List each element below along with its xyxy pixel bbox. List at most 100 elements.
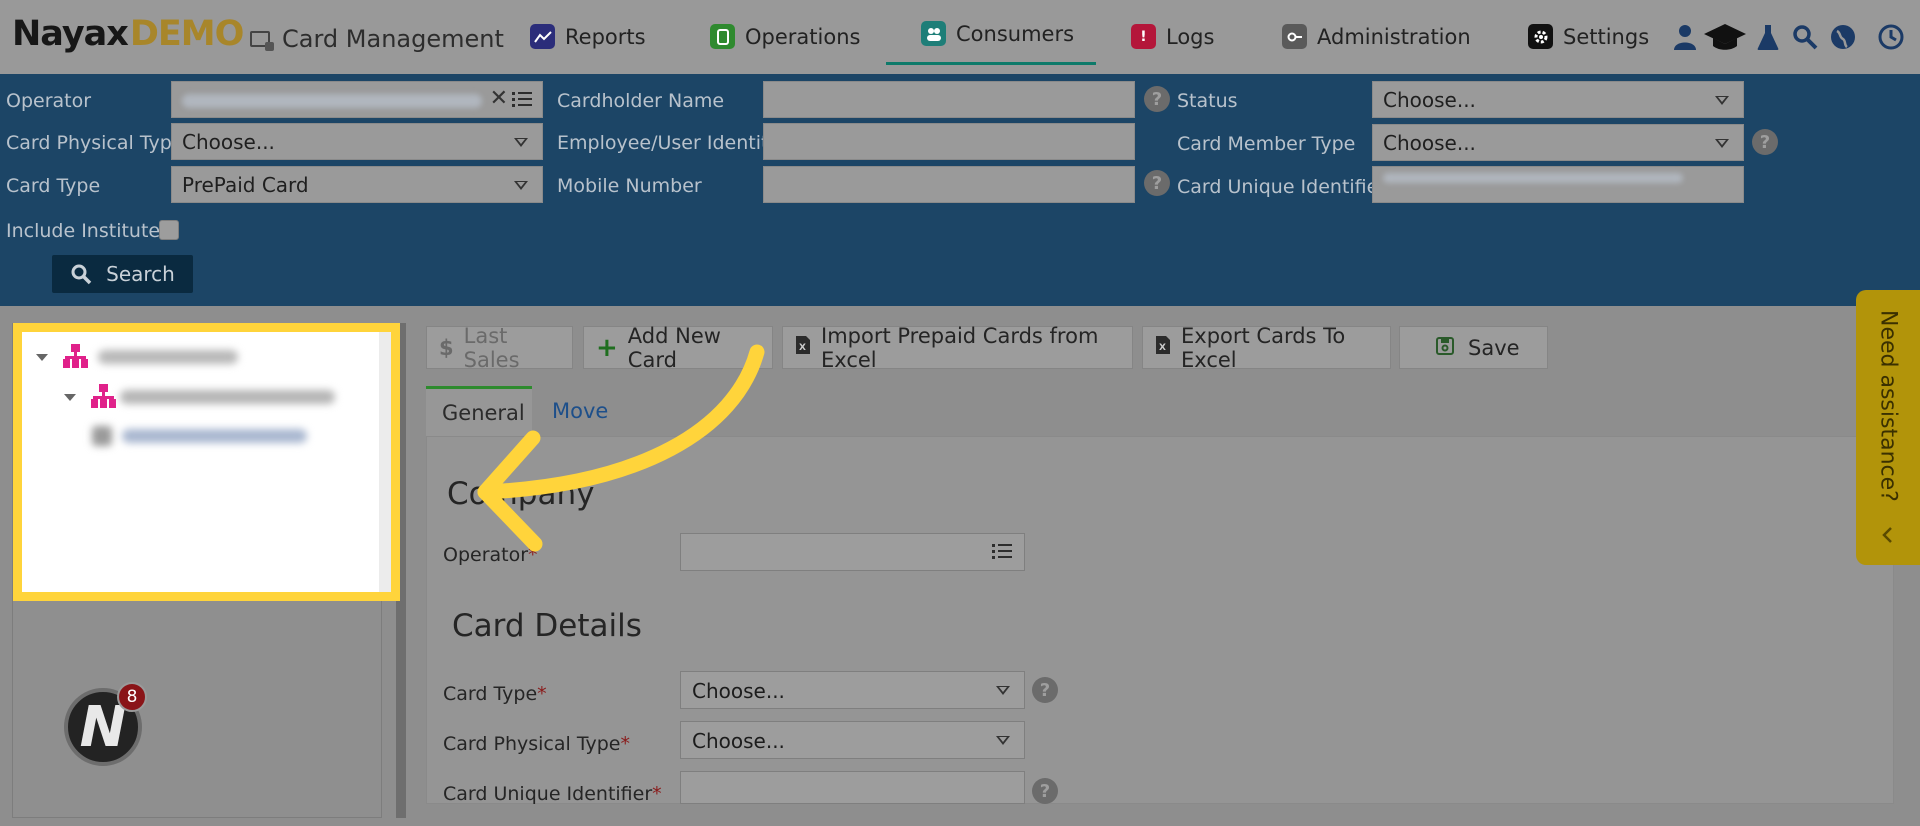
- search-icon[interactable]: [1790, 22, 1820, 52]
- nav-settings[interactable]: Settings: [1528, 24, 1649, 49]
- form-card-physical-type-select[interactable]: Choose...: [680, 721, 1025, 759]
- search-button[interactable]: Search: [52, 255, 193, 293]
- help-icon[interactable]: ?: [1032, 778, 1058, 804]
- gear-icon: [1528, 24, 1553, 49]
- tab-general[interactable]: General: [426, 386, 532, 436]
- required-mark: *: [528, 544, 538, 566]
- tree-node-leaf[interactable]: [92, 426, 307, 446]
- filter-employee-identity-input[interactable]: [763, 123, 1135, 160]
- redacted-value: [182, 94, 482, 108]
- device-icon: [710, 24, 735, 49]
- filter-card-member-type-label: Card Member Type: [1177, 133, 1356, 155]
- nayax-logo[interactable]: NayaxDEMO: [12, 14, 244, 54]
- filter-status-select[interactable]: Choose...: [1372, 81, 1744, 118]
- form-operator-field[interactable]: [680, 533, 1025, 571]
- clear-icon[interactable]: ✕: [490, 86, 508, 111]
- clock-icon[interactable]: [1876, 22, 1906, 52]
- filter-mobile-number-input[interactable]: [763, 166, 1135, 203]
- tree-node-root[interactable]: [36, 344, 238, 370]
- filter-card-unique-identifier-label: Card Unique Identifier: [1177, 176, 1387, 198]
- help-icon[interactable]: ?: [1144, 86, 1170, 112]
- add-new-card-button[interactable]: + Add New Card: [583, 324, 773, 372]
- include-institutes-checkbox[interactable]: [159, 220, 179, 240]
- nav-reports[interactable]: Reports: [530, 24, 646, 49]
- tree-node-child[interactable]: [64, 384, 335, 410]
- import-prepaid-label: Import Prepaid Cards from Excel: [821, 323, 1099, 372]
- list-icon[interactable]: [512, 92, 532, 108]
- filter-status-label: Status: [1177, 90, 1238, 112]
- flask-icon[interactable]: [1753, 22, 1783, 52]
- list-icon[interactable]: [992, 544, 1012, 560]
- save-button[interactable]: Save: [1399, 326, 1548, 369]
- nav-settings-label: Settings: [1563, 24, 1650, 49]
- required-mark: *: [652, 783, 662, 805]
- required-mark: *: [537, 683, 547, 705]
- svg-text:X: X: [799, 343, 806, 353]
- people-icon: [921, 21, 946, 46]
- form-card-unique-identifier-label: Card Unique Identifier*: [443, 783, 662, 805]
- nav-operations[interactable]: Operations: [710, 24, 860, 49]
- company-section-heading: Company: [447, 476, 595, 512]
- expand-caret-icon[interactable]: [64, 393, 76, 401]
- form-operator-label-text: Operator: [443, 544, 529, 566]
- card-management-icon: [250, 31, 274, 51]
- globe-icon[interactable]: [1828, 22, 1858, 52]
- filter-card-physical-type-select[interactable]: Choose...: [171, 123, 543, 160]
- nav-consumers[interactable]: Consumers: [921, 21, 1074, 46]
- help-icon[interactable]: ?: [1144, 170, 1170, 196]
- tree-scrollbar[interactable]: [379, 332, 391, 592]
- form-operator-label: Operator*: [443, 544, 538, 566]
- form-card-unique-identifier-input[interactable]: [680, 771, 1025, 804]
- last-sales-label: Last Sales: [463, 323, 520, 372]
- tab-move[interactable]: Move: [552, 386, 608, 436]
- notification-count-badge: 8: [117, 682, 147, 712]
- filter-operator-field[interactable]: ✕: [171, 81, 543, 118]
- filter-card-type-select[interactable]: PrePaid Card: [171, 166, 543, 203]
- nav-logs[interactable]: ! Logs: [1131, 24, 1214, 49]
- top-nav: NayaxDEMO Card Management Reports Operat…: [0, 0, 1920, 74]
- redacted-tree-label: [122, 429, 307, 443]
- export-cards-label: Export Cards To Excel: [1181, 323, 1346, 372]
- excel-file-icon: X: [795, 335, 811, 360]
- card-form-pane: [426, 436, 1894, 804]
- graduation-cap-icon[interactable]: [1702, 22, 1748, 52]
- user-icon[interactable]: [1670, 22, 1700, 52]
- filter-operator-label: Operator: [6, 90, 92, 112]
- last-sales-button[interactable]: $ Last Sales: [426, 323, 573, 372]
- chart-icon: [530, 24, 555, 49]
- redacted-tree-label: [120, 390, 335, 404]
- required-mark: *: [620, 733, 630, 755]
- filter-card-unique-identifier-input[interactable]: [1372, 166, 1744, 203]
- form-card-physical-type-label-text: Card Physical Type: [443, 733, 621, 755]
- export-cards-button[interactable]: X Export Cards To Excel: [1142, 323, 1391, 372]
- include-institutes-label: Include Institutes: [6, 220, 171, 242]
- chevron-left-icon: [1882, 527, 1892, 543]
- nav-administration[interactable]: Administration: [1282, 24, 1471, 49]
- form-card-unique-identifier-label-text: Card Unique Identifier: [443, 783, 653, 805]
- need-assistance-tab[interactable]: Need assistance?: [1856, 290, 1920, 565]
- nav-logs-label: Logs: [1166, 24, 1215, 49]
- help-icon[interactable]: ?: [1032, 677, 1058, 703]
- nav-operations-label: Operations: [745, 24, 861, 49]
- form-card-type-select[interactable]: Choose...: [680, 671, 1025, 709]
- import-prepaid-cards-button[interactable]: X Import Prepaid Cards from Excel: [782, 323, 1133, 372]
- filter-cardholder-name-label: Cardholder Name: [557, 90, 725, 112]
- help-icon[interactable]: ?: [1752, 129, 1778, 155]
- nav-reports-label: Reports: [565, 24, 646, 49]
- active-nav-indicator: [886, 62, 1096, 65]
- nav-consumers-label: Consumers: [956, 21, 1075, 46]
- expand-caret-icon[interactable]: [36, 353, 48, 361]
- plus-icon: +: [596, 332, 618, 363]
- save-label: Save: [1468, 335, 1520, 360]
- filter-employee-identity-label: Employee/User Identity: [557, 132, 780, 154]
- org-hierarchy-icon: [62, 344, 88, 370]
- module-title: Card Management: [250, 25, 504, 53]
- save-icon: [1436, 336, 1454, 360]
- filter-card-physical-type-label: Card Physical Type: [6, 132, 184, 154]
- filter-card-member-type-select[interactable]: Choose...: [1372, 124, 1744, 161]
- card-details-section-heading: Card Details: [452, 608, 642, 644]
- module-title-label: Card Management: [282, 25, 504, 53]
- node-icon: [92, 426, 112, 446]
- svg-text:X: X: [1159, 343, 1166, 353]
- filter-cardholder-name-input[interactable]: [763, 81, 1135, 118]
